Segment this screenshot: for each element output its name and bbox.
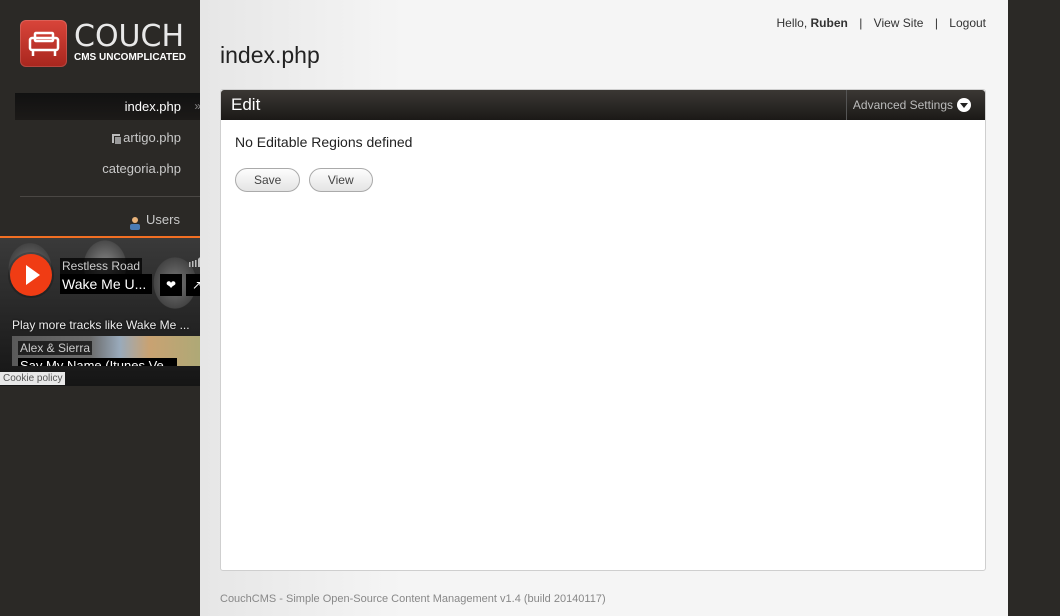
no-regions-message: No Editable Regions defined: [235, 134, 413, 150]
sidebar-item-index[interactable]: index.php »: [15, 93, 201, 120]
main-content: Hello, Ruben | View Site | Logout index.…: [200, 0, 1008, 616]
pages-icon: [112, 134, 123, 146]
nav-separator: |: [934, 16, 938, 30]
top-nav: Hello, Ruben | View Site | Logout: [776, 16, 986, 30]
couch-logo[interactable]: COUCH CMS UNCOMPLICATED: [20, 19, 187, 70]
play-button[interactable]: [10, 254, 52, 296]
track-artist[interactable]: Restless Road: [60, 258, 143, 274]
advanced-settings-label: Advanced Settings: [852, 98, 953, 112]
next-track-card[interactable]: Alex & Sierra Say My Name (Itunes Ve...: [12, 336, 208, 366]
next-track-artist: Alex & Sierra: [18, 341, 93, 355]
heart-icon[interactable]: ❤: [160, 274, 182, 296]
sidebar-item-label: categoria.php: [102, 161, 181, 176]
panel-title: Edit: [231, 95, 261, 114]
logout-link[interactable]: Logout: [949, 16, 986, 30]
sidebar-item-users[interactable]: Users: [20, 208, 180, 232]
sidebar-nav: index.php » artigo.php categoria.php: [15, 93, 201, 186]
hello-text: Hello,: [776, 16, 808, 30]
logo-tagline: CMS UNCOMPLICATED: [74, 52, 187, 63]
save-button[interactable]: Save: [235, 168, 301, 192]
nav-separator: |: [859, 16, 863, 30]
next-track-title: Say My Name (Itunes Ve...: [18, 358, 177, 366]
sidebar-item-categoria[interactable]: categoria.php: [15, 155, 200, 182]
sidebar-item-label: artigo.php: [123, 130, 181, 145]
advanced-settings-toggle[interactable]: Advanced Settings: [845, 90, 985, 120]
view-button[interactable]: View: [308, 168, 373, 192]
view-site-link[interactable]: View Site: [874, 16, 924, 30]
more-tracks-text: Play more tracks like Wake Me ...: [12, 318, 190, 332]
edit-panel: Edit Advanced Settings No Editable Regio…: [220, 89, 986, 571]
soundcloud-widget: Restless Road Wake Me U... ❤ ↗ Play more…: [0, 236, 220, 386]
chevron-down-icon: [957, 97, 971, 112]
sidebar-item-artigo[interactable]: artigo.php: [15, 124, 200, 151]
users-label: Users: [146, 212, 180, 227]
cookie-policy-link[interactable]: Cookie policy: [0, 372, 66, 385]
track-title[interactable]: Wake Me U...: [60, 274, 152, 294]
right-border: [1008, 0, 1060, 616]
sidebar-item-label: index.php: [124, 99, 181, 114]
footer-text: CouchCMS - Simple Open-Source Content Ma…: [220, 593, 606, 605]
couch-sofa-icon: [20, 20, 67, 67]
panel-header: Edit Advanced Settings: [221, 90, 985, 120]
sidebar-divider: [20, 196, 200, 197]
logo-title: COUCH: [74, 19, 185, 54]
user-icon: [128, 214, 142, 230]
page-title: index.php: [220, 42, 320, 68]
username: Ruben: [810, 16, 848, 30]
